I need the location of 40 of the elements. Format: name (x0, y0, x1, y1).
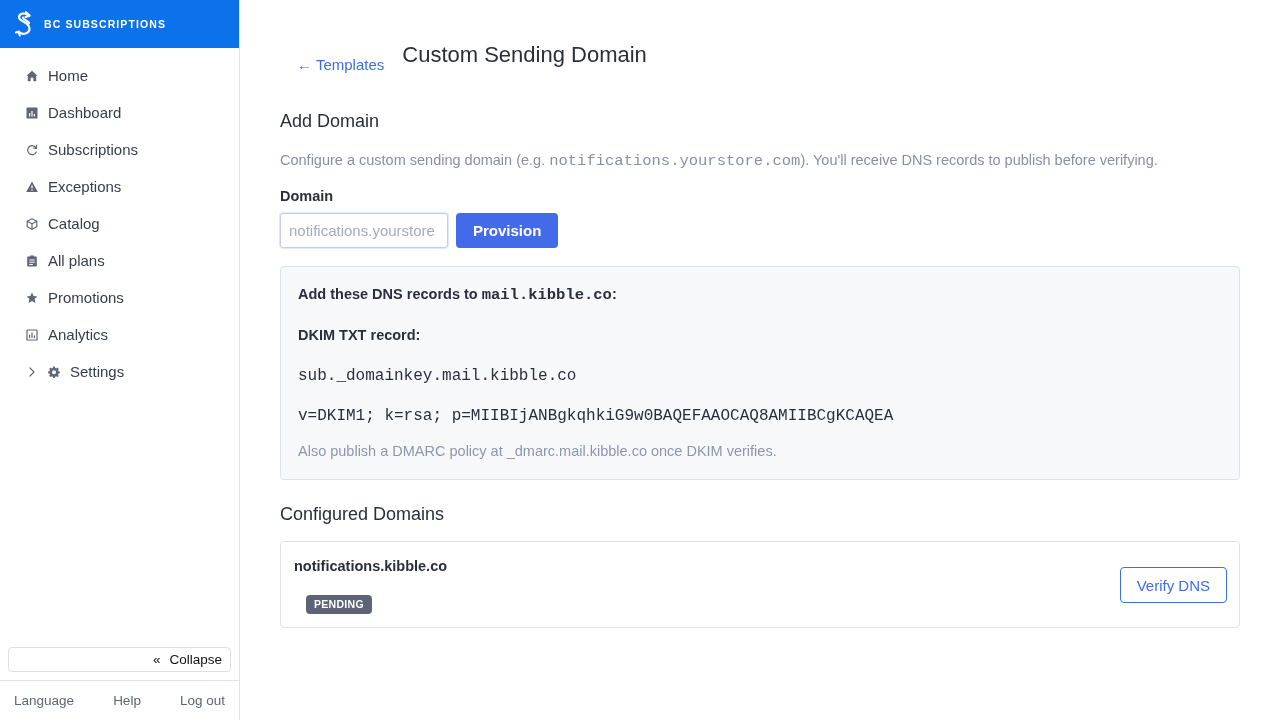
sidebar-item[interactable]: Dashboard (0, 94, 239, 131)
sidebar-item[interactable]: Subscriptions (0, 131, 239, 168)
domain-name: notifications.kibble.co (294, 557, 448, 576)
sidebar-item[interactable]: Home (0, 57, 239, 94)
bar-chart-icon (26, 106, 38, 119)
house-icon (26, 69, 38, 82)
domain-input[interactable]: notifications.yourstore (280, 213, 448, 248)
gear-icon (48, 365, 60, 378)
cube-icon (26, 217, 38, 230)
s-arrows-logo-icon (14, 11, 34, 37)
description-text: Configure a custom sending domain (e.g. notifications.yourstore.com). You'll receive DNS records to publish before verifying. (280, 151, 1159, 171)
sidebar-item[interactable]: Exceptions (0, 168, 239, 205)
provision-button[interactable]: Provision (456, 213, 559, 248)
section-heading: Add Domain (280, 110, 381, 133)
sidebar-item[interactable]: Analytics (0, 316, 239, 353)
field-label: Domain (280, 187, 335, 206)
panel-intro-text: Add these DNS records to mail.kibble.co: (298, 285, 618, 305)
section-heading: Configured Domains (280, 503, 446, 526)
footer-link[interactable]: Language (14, 693, 75, 708)
collapse-button[interactable]: « Collapse (8, 647, 231, 672)
record-value: sub._domainkey.mail.kibble.co (298, 366, 578, 387)
refresh-icon (26, 143, 38, 156)
page-title: Custom Sending Domain (402, 41, 647, 69)
clipboard-icon (26, 254, 38, 267)
footer-link[interactable]: Help (113, 693, 141, 708)
sidebar-item[interactable]: All plans (0, 242, 239, 279)
record-value: v=DKIM1; k=rsa; p=MIIBIjANBgkqhkiG9w0BAQEFAAOCAQ8AMIIBCgKCAQEA (298, 406, 895, 427)
record-title: DKIM TXT record: (298, 326, 422, 345)
star-icon (26, 291, 38, 304)
back-link[interactable]: ← Templates (297, 56, 385, 74)
sidebar-item[interactable]: Catalog (0, 205, 239, 242)
status-badge: PENDING (306, 595, 372, 614)
chart-icon (26, 328, 38, 341)
sidebar-item[interactable]: Promotions (0, 279, 239, 316)
panel-note: Also publish a DMARC policy at _dmarc.mail.kibble.co once DKIM verifies. (298, 442, 778, 461)
sidebar-item[interactable]: Settings (0, 353, 239, 390)
verify-dns-button[interactable]: Verify DNS (1119, 567, 1227, 603)
brand-name: BC SUBSCRIPTIONS (44, 18, 167, 30)
warning-icon (26, 180, 38, 193)
footer-link[interactable]: Log out (179, 693, 225, 708)
